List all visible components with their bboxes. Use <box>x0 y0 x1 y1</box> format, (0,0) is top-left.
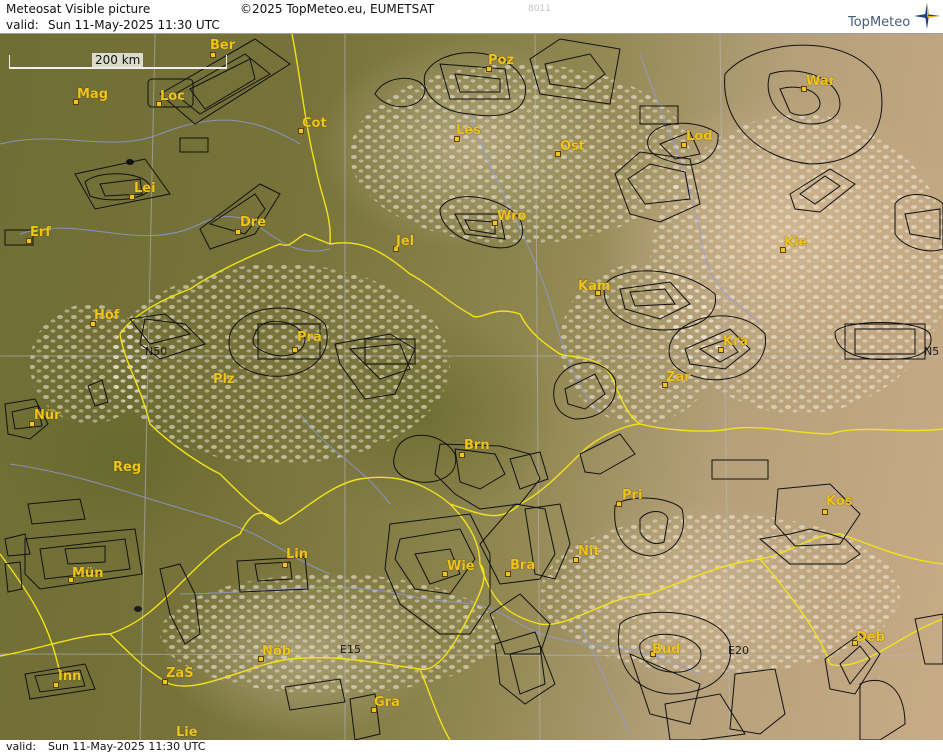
scale-label: 200 km <box>92 53 144 67</box>
city-label[interactable]: Deb <box>856 631 885 645</box>
city-label[interactable]: Nöb <box>262 645 291 659</box>
cloud-field <box>540 514 900 674</box>
city-label[interactable]: Ost <box>560 140 585 154</box>
city-label[interactable]: Kra <box>723 335 748 349</box>
city-label[interactable]: Mag <box>77 88 108 102</box>
city-label[interactable]: ZaS <box>166 667 194 681</box>
footer-bar: valid: Sun 11-May-2025 11:30 UTC <box>0 740 943 754</box>
city-label[interactable]: Wro <box>497 210 526 224</box>
grid-label-lon: E15 <box>340 643 361 656</box>
city-marker <box>292 347 298 353</box>
city-label[interactable]: Dre <box>240 216 266 230</box>
map-overlay <box>0 34 943 740</box>
valid-time: Sun 11-May-2025 11:30 UTC <box>48 18 220 32</box>
city-label[interactable]: Kie <box>784 236 807 250</box>
city-label[interactable]: Nit <box>578 545 600 559</box>
compass-logo-icon <box>914 3 940 29</box>
map-title: Meteosat Visible picture <box>6 2 151 16</box>
grid-label-lat: N50 <box>145 345 168 358</box>
city-label[interactable]: Bra <box>510 559 535 573</box>
city-label[interactable]: Cot <box>302 117 327 131</box>
city-label[interactable]: Pri <box>622 489 642 503</box>
image-code: 8011 <box>528 4 551 14</box>
valid-label: valid: <box>6 18 39 32</box>
city-label[interactable]: Loc <box>160 90 185 104</box>
city-label[interactable]: Brn <box>464 439 490 453</box>
city-label[interactable]: Erf <box>30 226 51 240</box>
header-bar: Meteosat Visible picture ©2025 TopMeteo.… <box>0 0 943 34</box>
grid-label-lat: N5 <box>924 345 940 358</box>
lake-marker <box>134 606 142 612</box>
city-label[interactable]: Kam <box>578 280 610 294</box>
city-label[interactable]: War <box>806 75 835 89</box>
grid-label-lon: E20 <box>728 644 749 657</box>
city-label[interactable]: Hof <box>94 309 119 323</box>
city-label[interactable]: Lie <box>176 726 198 740</box>
copyright-text: ©2025 TopMeteo.eu, EUMETSAT <box>240 2 435 16</box>
city-label[interactable]: Lod <box>686 130 713 144</box>
city-label[interactable]: Jel <box>396 235 414 249</box>
city-marker <box>282 562 288 568</box>
city-label[interactable]: Lin <box>286 548 308 562</box>
city-label[interactable]: Lei <box>134 182 156 196</box>
city-label[interactable]: Poz <box>488 54 514 68</box>
city-label[interactable]: Kos <box>826 495 853 509</box>
city-label[interactable]: Zar <box>666 371 691 385</box>
city-label[interactable]: Gra <box>374 696 400 710</box>
brand-logo-text: TopMeteo <box>848 15 911 30</box>
city-label[interactable]: Ber <box>210 39 235 53</box>
city-label[interactable]: Inn <box>58 670 81 684</box>
city-label[interactable]: Pra <box>297 331 322 345</box>
city-label[interactable]: Wie <box>447 560 475 574</box>
city-label[interactable]: Reg <box>113 461 141 475</box>
footer-valid-label: valid: <box>6 740 37 753</box>
lake-marker <box>126 159 134 165</box>
city-label[interactable]: Nür <box>34 409 61 423</box>
city-label[interactable]: Les <box>456 124 481 138</box>
city-label[interactable]: Mün <box>72 567 103 581</box>
city-label[interactable]: Bud <box>652 643 680 657</box>
footer-valid-time: Sun 11-May-2025 11:30 UTC <box>48 740 206 753</box>
satellite-map[interactable]: 200 km N50 N5 E15 E20 Ber Poz War Mag Lo… <box>0 34 943 740</box>
city-marker <box>822 509 828 515</box>
city-label[interactable]: Plz <box>213 373 235 387</box>
